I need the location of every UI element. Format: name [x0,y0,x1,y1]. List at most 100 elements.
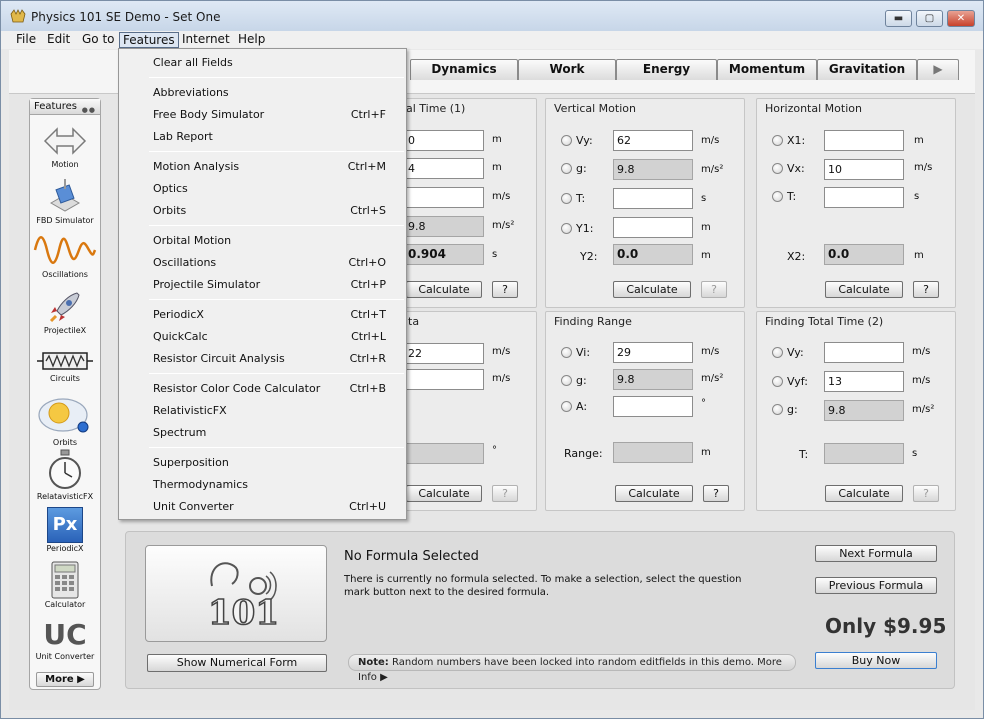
tab-energy[interactable]: Energy [616,59,717,80]
t-field[interactable] [613,188,693,209]
unit-label: m/s² [492,220,515,231]
theta-help-button[interactable]: ? [492,485,518,502]
menu-item-oscillations[interactable]: Oscillations Ctrl+O [119,251,406,273]
g-field[interactable]: 9.8 [824,400,904,421]
menu-item-free-body-simulator[interactable]: Free Body Simulator Ctrl+F [119,103,406,125]
theta-field-2[interactable] [404,369,484,390]
y1-radio[interactable] [561,223,572,234]
y1-field[interactable] [613,217,693,238]
vi-radio[interactable] [561,347,572,358]
close-button[interactable]: ✕ [947,10,975,27]
menu-item-superposition[interactable]: Superposition [119,451,406,473]
menu-edit[interactable]: Edit [44,32,73,48]
menu-item-optics[interactable]: Optics [119,177,406,199]
total-time-2-calculate-button[interactable]: Calculate [825,485,903,502]
t-radio[interactable] [561,193,572,204]
menu-item-orbits[interactable]: Orbits Ctrl+S [119,199,406,221]
next-formula-button[interactable]: Next Formula [815,545,937,562]
sidebar-item-orbits[interactable]: Orbits [30,395,100,447]
vertical-motion-help-button[interactable]: ? [701,281,727,298]
finding-range-help-button[interactable]: ? [703,485,729,502]
menu-item-projectile-simulator[interactable]: Projectile Simulator Ctrl+P [119,273,406,295]
menu-go-to[interactable]: Go to [79,32,118,48]
t-field[interactable] [824,187,904,208]
menu-item-thermodynamics[interactable]: Thermodynamics [119,473,406,495]
menu-item-resistor-color-code-calculator[interactable]: Resistor Color Code Calculator Ctrl+B [119,377,406,399]
maximize-button[interactable]: ▢ [916,10,943,27]
a-radio[interactable] [561,401,572,412]
vertical-motion-calculate-button[interactable]: Calculate [613,281,691,298]
sidebar-more-button[interactable]: More ▶ [36,672,94,687]
menu-item-relativisticfx[interactable]: RelativisticFX [119,399,406,421]
g-radio[interactable] [561,163,572,174]
menu-item-periodicx[interactable]: PeriodicX Ctrl+T [119,303,406,325]
x1-field[interactable] [824,130,904,151]
g-field[interactable]: 9.8 [613,159,693,180]
g-radio[interactable] [561,375,572,386]
horizontal-motion-calculate-button[interactable]: Calculate [825,281,903,298]
menu-item-motion-analysis[interactable]: Motion Analysis Ctrl+M [119,155,406,177]
sidebar-item-calculator[interactable]: Calculator [30,561,100,609]
vy-field[interactable] [824,342,904,363]
demo-note-bar[interactable]: Note: Random numbers have been locked in… [348,654,796,683]
t-radio[interactable] [772,191,783,202]
menu-features[interactable]: Features [119,32,179,48]
theta-field-1[interactable]: 22 [404,343,484,364]
menu-item-resistor-circuit-analysis[interactable]: Resistor Circuit Analysis Ctrl+R [119,347,406,369]
vx-radio[interactable] [772,163,783,174]
title-bar[interactable]: Physics 101 SE Demo - Set One ▬ ▢ ✕ [1,1,983,31]
vy-radio[interactable] [561,135,572,146]
vy-radio[interactable] [772,347,783,358]
menu-separator [149,373,404,374]
tab-scroll-right-button[interactable]: ▶ [917,59,959,80]
menu-file[interactable]: File [13,32,39,48]
menu-internet[interactable]: Internet [179,32,233,48]
menu-item-unit-converter[interactable]: Unit Converter Ctrl+U [119,495,406,517]
menu-item-clear-all-fields[interactable]: Clear all Fields [119,51,406,73]
vi-field[interactable]: 29 [613,342,693,363]
buy-now-button[interactable]: Buy Now [815,652,937,669]
sidebar-item-relatavisticfx[interactable]: RelatavisticFX [30,449,100,501]
horizontal-motion-help-button[interactable]: ? [913,281,939,298]
sidebar-item-projectilex[interactable]: ProjectileX [30,289,100,335]
x1-radio[interactable] [772,135,783,146]
menu-help[interactable]: Help [235,32,268,48]
g-radio[interactable] [772,404,783,415]
sidebar-item-circuits[interactable]: Circuits [30,349,100,383]
vyf-radio[interactable] [772,376,783,387]
menu-item-orbital-motion[interactable]: Orbital Motion [119,229,406,251]
sidebar-item-periodicx[interactable]: Px PeriodicX [30,507,100,553]
total-time-1-calculate-button[interactable]: Calculate [406,281,482,298]
total-time-1-field-4[interactable]: 9.8 [404,216,484,237]
theta-calculate-button[interactable]: Calculate [406,485,482,502]
menu-item-lab-report[interactable]: Lab Report [119,125,406,147]
vy-field[interactable]: 62 [613,130,693,151]
menu-item-spectrum[interactable]: Spectrum [119,421,406,443]
finding-range-calculate-button[interactable]: Calculate [615,485,693,502]
total-time-1-help-button[interactable]: ? [492,281,518,298]
sidebar-item-motion[interactable]: Motion [30,123,100,169]
sidebar-item-oscillations[interactable]: Oscillations [30,231,100,279]
unit-label: s [912,448,918,459]
unit-label: m/s² [701,164,724,175]
show-numerical-form-button[interactable]: Show Numerical Form [147,654,327,672]
minimize-button[interactable]: ▬ [885,10,912,27]
menu-item-abbreviations[interactable]: Abbreviations [119,81,406,103]
tab-dynamics[interactable]: Dynamics [410,59,518,80]
vyf-field[interactable]: 13 [824,371,904,392]
tab-work[interactable]: Work [518,59,616,80]
tab-gravitation[interactable]: Gravitation [817,59,917,80]
total-time-1-field-2[interactable]: 4 [404,158,484,179]
g-field[interactable]: 9.8 [613,369,693,390]
sidebar-options-icon[interactable]: ●● [82,103,96,118]
total-time-1-field-1[interactable]: 0 [404,130,484,151]
a-field[interactable] [613,396,693,417]
tab-momentum[interactable]: Momentum [717,59,817,80]
menu-item-quickcalc[interactable]: QuickCalc Ctrl+L [119,325,406,347]
vx-field[interactable]: 10 [824,159,904,180]
previous-formula-button[interactable]: Previous Formula [815,577,937,594]
sidebar-item-fbd-simulator[interactable]: FBD Simulator [30,175,100,225]
sidebar-item-unit-converter[interactable]: UC Unit Converter [30,619,100,662]
total-time-1-field-3[interactable] [404,187,484,208]
total-time-2-help-button[interactable]: ? [913,485,939,502]
